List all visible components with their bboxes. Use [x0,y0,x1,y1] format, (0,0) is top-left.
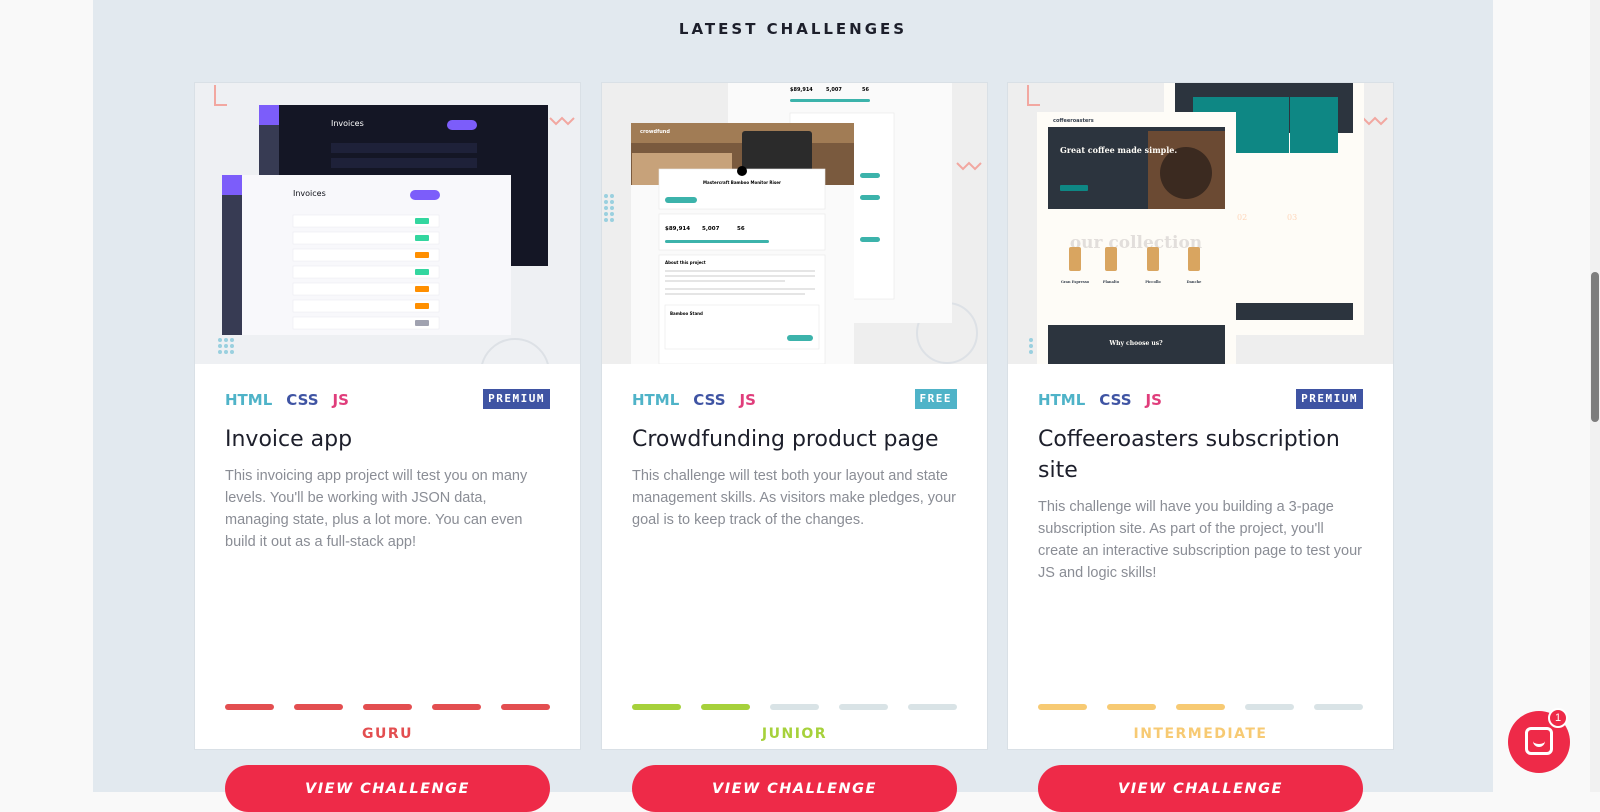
tag-js: JS [739,391,756,409]
language-tags: HTML CSS JS [1038,391,1176,409]
difficulty-bar [1176,704,1225,710]
tag-js: JS [332,391,349,409]
svg-text:02: 02 [1237,213,1247,222]
difficulty-bar [1245,704,1294,710]
preview-heading-light: Invoices [293,189,326,198]
back-stat3: 56 [862,87,869,93]
difficulty-bar [225,704,274,710]
chat-launcher-button[interactable]: 1 [1508,708,1570,773]
tag-css: CSS [693,391,726,409]
difficulty-bar [839,704,888,710]
challenge-description: This invoicing app project will test you… [225,468,528,550]
difficulty-label: GURU [361,726,413,742]
tag-css: CSS [1099,391,1132,409]
preview-item: Planalto [1103,280,1120,284]
front-stat3: 56 [737,226,745,232]
coffeeroasters-preview-image: 02 03 coffeeroasters Great coffee made si… [1008,83,1393,364]
invoice-preview-image: Invoices Invoices [195,83,580,364]
svg-text:03: 03 [1287,213,1297,222]
language-tags: HTML CSS JS [225,391,363,409]
tag-html: HTML [632,391,680,409]
preview-brand: crowdfund [640,129,670,135]
difficulty-label: JUNIOR [761,726,828,742]
challenge-title[interactable]: Crowdfunding product page [632,424,957,455]
preview-item: Gran Espresso [1061,280,1090,284]
challenge-thumbnail[interactable]: Invoices Invoices [195,83,580,364]
difficulty-bar [701,704,750,710]
difficulty-bar [363,704,412,710]
view-challenge-button[interactable]: VIEW CHALLENGE [632,765,957,812]
language-tags: HTML CSS JS [632,391,770,409]
difficulty-bar [632,704,681,710]
preview-product-title: Mastercraft Bamboo Monitor Riser [703,180,781,185]
section-title: LATEST CHALLENGES [678,20,908,38]
front-stat2: 5,007 [702,226,720,232]
unread-count-badge: 1 [1548,708,1568,728]
difficulty-bar [1038,704,1087,710]
difficulty-bars [1038,704,1363,710]
latest-challenges-section: LATEST CHALLENGES Invoices Invoices HTML… [93,0,1493,812]
preview-item: Piccollo [1145,280,1161,284]
preview-collection: our collection [1070,233,1202,253]
preview-about: About this project [665,260,706,265]
tag-html: HTML [225,391,273,409]
challenge-thumbnail[interactable]: $89,914 5,007 56 crowdfund Mastercraft B… [602,83,987,364]
difficulty-label: INTERMEDIATE [1133,726,1268,742]
tag-css: CSS [286,391,319,409]
preview-reward: Bamboo Stand [670,311,703,316]
difficulty-bar [1314,704,1363,710]
challenge-thumbnail[interactable]: 02 03 coffeeroasters Great coffee made si… [1008,83,1393,364]
tag-js: JS [1145,391,1162,409]
difficulty-bar [294,704,343,710]
preview-brand: coffeeroasters [1053,118,1094,124]
difficulty-bar [432,704,481,710]
challenge-description: This challenge will have you building a … [1038,499,1363,581]
difficulty-bar [501,704,550,710]
challenge-description: This challenge will test both your layou… [632,468,956,528]
preview-item: Danche [1187,280,1203,284]
difficulty-bars [225,704,550,710]
difficulty-bar [770,704,819,710]
challenge-card-coffeeroasters[interactable]: 02 03 coffeeroasters Great coffee made si… [1007,82,1394,812]
preview-why: Why choose us? [1108,340,1163,347]
front-stat1: $89,914 [665,226,690,232]
challenge-card-invoice-app[interactable]: Invoices Invoices HTML CSS JS PREMIUM In… [194,82,581,812]
difficulty-bar [1107,704,1156,710]
challenge-title[interactable]: Coffeeroasters subscription site [1038,424,1363,486]
view-challenge-button[interactable]: VIEW CHALLENGE [1038,765,1363,812]
premium-badge: PREMIUM [1296,389,1363,409]
page-scrollbar[interactable] [1590,0,1600,792]
challenge-card-crowdfunding[interactable]: $89,914 5,007 56 crowdfund Mastercraft B… [601,82,988,812]
scrollbar-thumb[interactable] [1591,272,1599,422]
challenge-title[interactable]: Invoice app [225,424,550,455]
difficulty-bar [908,704,957,710]
view-challenge-button[interactable]: VIEW CHALLENGE [225,765,550,812]
back-stat1: $89,914 [790,87,813,93]
crowdfunding-preview-image: $89,914 5,007 56 crowdfund Mastercraft B… [602,83,987,364]
premium-badge: PREMIUM [483,389,550,409]
preview-hero: Great coffee made simple. [1060,145,1177,155]
difficulty-bars [632,704,957,710]
back-stat2: 5,007 [826,87,842,93]
preview-heading-dark: Invoices [331,119,364,128]
chat-icon [1525,727,1553,755]
tag-html: HTML [1038,391,1086,409]
free-badge: FREE [914,389,957,409]
